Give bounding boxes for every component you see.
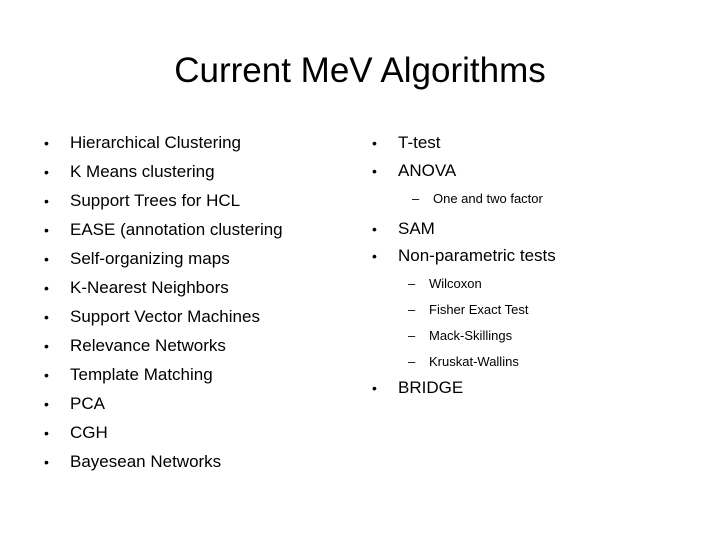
left-column: • Hierarchical Clustering • K Means clus… xyxy=(0,0,355,540)
bullet-icon: • xyxy=(44,338,49,354)
list-item-label: SAM xyxy=(398,219,435,238)
bullet-icon: • xyxy=(44,280,49,296)
sub-list-item-label: Kruskat-Wallins xyxy=(429,354,519,369)
list-item-label: Support Vector Machines xyxy=(70,307,260,326)
bullet-icon: • xyxy=(44,251,49,267)
list-item-label: Template Matching xyxy=(70,365,213,384)
sub-list-item-label: One and two factor xyxy=(433,191,543,206)
list-item-label: Bayesean Networks xyxy=(70,452,222,471)
bullet-icon: • xyxy=(44,222,49,238)
dash-icon: – xyxy=(412,191,420,206)
bullet-icon: • xyxy=(44,425,49,441)
list-item-label: ANOVA xyxy=(398,161,457,180)
list-item-label: PCA xyxy=(70,394,105,413)
list-item-label: EASE (annotation clustering xyxy=(70,220,283,239)
sub-list-item-label: Wilcoxon xyxy=(429,276,482,291)
sub-list-item-label: Fisher Exact Test xyxy=(429,302,529,317)
list-item-label: BRIDGE xyxy=(398,378,464,397)
sub-list-item-label: Mack-Skillings xyxy=(429,328,513,343)
slide: Current MeV Algorithms • Hierarchical Cl… xyxy=(0,0,720,540)
dash-icon: – xyxy=(408,328,416,343)
list-item-label: Non-parametric tests xyxy=(398,246,556,265)
dash-icon: – xyxy=(408,354,416,369)
bullet-icon: • xyxy=(372,135,377,151)
bullet-icon: • xyxy=(44,164,49,180)
bullet-icon: • xyxy=(372,163,377,179)
bullet-icon: • xyxy=(44,193,49,209)
list-item-label: Support Trees for HCL xyxy=(70,191,241,210)
right-column: • T-test • ANOVA – One and two factor • … xyxy=(355,0,720,540)
bullet-icon: • xyxy=(372,248,377,264)
bullet-icon: • xyxy=(44,135,49,151)
bullet-icon: • xyxy=(372,221,377,237)
list-item-label: Self-organizing maps xyxy=(70,249,230,268)
list-item-label: CGH xyxy=(70,423,108,442)
dash-icon: – xyxy=(408,302,416,317)
bullet-icon: • xyxy=(44,396,49,412)
bullet-icon: • xyxy=(372,380,377,396)
list-item-label: Hierarchical Clustering xyxy=(70,133,242,152)
list-item-label: T-test xyxy=(398,133,441,152)
list-item-label: Relevance Networks xyxy=(70,336,226,355)
bullet-icon: • xyxy=(44,309,49,325)
list-item-label: K Means clustering xyxy=(70,162,215,181)
list-item-label: K-Nearest Neighbors xyxy=(70,278,229,297)
bullet-icon: • xyxy=(44,454,49,470)
dash-icon: – xyxy=(408,276,416,291)
bullet-icon: • xyxy=(44,367,49,383)
